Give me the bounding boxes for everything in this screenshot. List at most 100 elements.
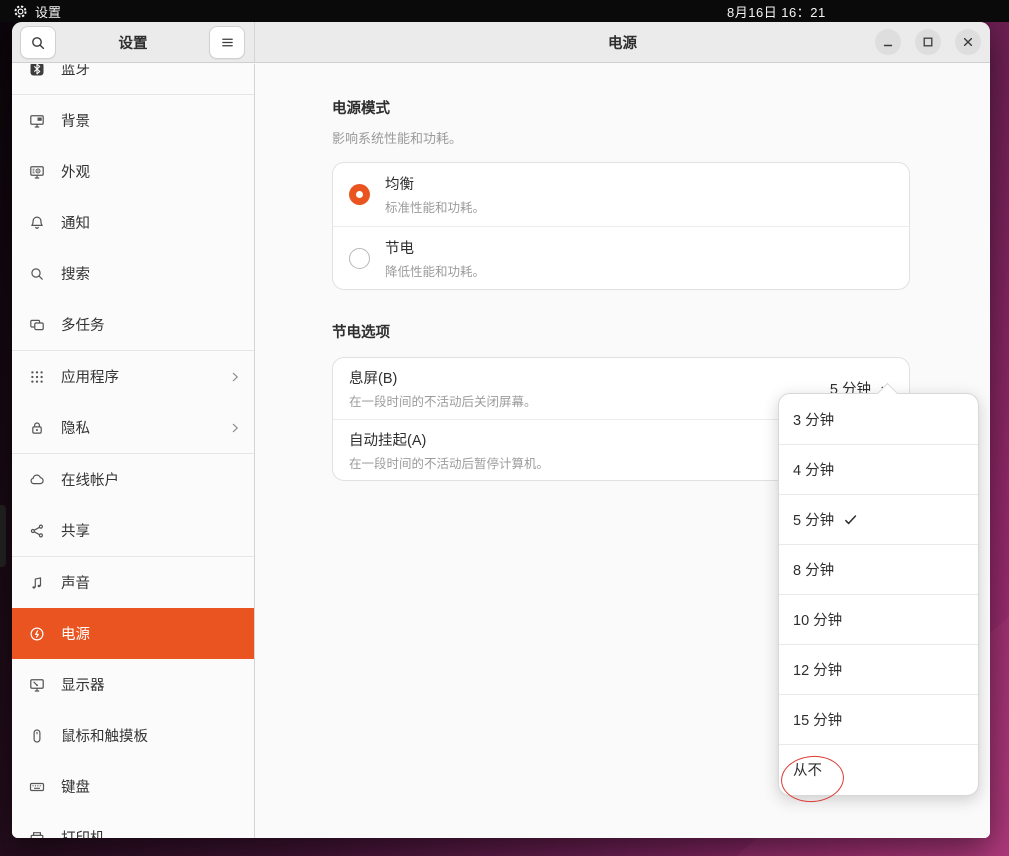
sidebar-item-label: 通知	[61, 212, 242, 233]
sidebar-item-label: 声音	[61, 572, 242, 593]
dock-hide-pill	[0, 505, 6, 567]
sidebar-item-label: 共享	[61, 520, 242, 541]
minimize-icon	[881, 35, 895, 49]
music-note-icon	[29, 575, 45, 591]
sidebar-item-label: 背景	[61, 110, 242, 131]
active-app-indicator[interactable]: 设置	[13, 2, 61, 21]
hamburger-menu-icon	[220, 35, 235, 50]
radio-unselected-icon[interactable]	[349, 248, 370, 269]
dropdown-option-5min[interactable]: 5 分钟	[779, 494, 978, 544]
sidebar-item-power[interactable]: 电源	[12, 608, 254, 659]
sidebar-headerbar: 设置	[12, 22, 255, 62]
sidebar-item-label: 外观	[61, 161, 242, 182]
sidebar-item-mouse-touchpad[interactable]: 鼠标和触摸板	[12, 710, 254, 761]
option-label: 8 分钟	[793, 559, 834, 580]
option-title: 节电	[385, 237, 893, 258]
sidebar-item-privacy[interactable]: 隐私	[12, 402, 254, 453]
dropdown-option-15min[interactable]: 15 分钟	[779, 694, 978, 744]
dropdown-option-12min[interactable]: 12 分钟	[779, 644, 978, 694]
active-app-label: 设置	[35, 2, 61, 21]
system-top-bar: 设置 8月16日 16：21	[0, 0, 1009, 22]
sidebar-item-label: 应用程序	[61, 366, 212, 387]
appearance-icon	[29, 164, 45, 180]
bluetooth-icon	[29, 64, 45, 77]
chevron-right-icon	[228, 421, 242, 435]
sidebar-item-printers[interactable]: 打印机	[12, 812, 254, 838]
option-label: 5 分钟	[793, 509, 834, 530]
sidebar-item-label: 鼠标和触摸板	[61, 725, 242, 746]
lock-icon	[29, 420, 45, 436]
printer-icon	[29, 830, 45, 839]
option-description: 降低性能和功耗。	[385, 261, 893, 280]
sidebar-item-label: 蓝牙	[61, 64, 242, 79]
sidebar-item-label: 多任务	[61, 314, 242, 335]
row-title: 息屏(B)	[349, 367, 815, 388]
dropdown-option-10min[interactable]: 10 分钟	[779, 594, 978, 644]
dropdown-option-3min[interactable]: 3 分钟	[779, 394, 978, 444]
share-icon	[29, 523, 45, 539]
sidebar-item-keyboard[interactable]: 键盘	[12, 761, 254, 812]
minimize-button[interactable]	[875, 29, 901, 55]
option-label: 3 分钟	[793, 409, 834, 430]
maximize-icon	[921, 35, 935, 49]
primary-menu-button[interactable]	[209, 26, 245, 59]
sidebar-title: 设置	[119, 32, 148, 53]
search-icon	[30, 35, 46, 51]
sidebar-item-label: 隐私	[61, 417, 212, 438]
dropdown-option-4min[interactable]: 4 分钟	[779, 444, 978, 494]
mouse-icon	[29, 728, 45, 744]
power-mode-section-subtitle: 影响系统性能和功耗。	[332, 128, 910, 147]
option-label: 15 分钟	[793, 709, 842, 730]
page-title: 电源	[608, 32, 637, 53]
sidebar-item-search[interactable]: 搜索	[12, 248, 254, 299]
option-label: 4 分钟	[793, 459, 834, 480]
content-headerbar: 电源	[255, 22, 990, 62]
sidebar-item-background[interactable]: 背景	[12, 95, 254, 146]
gear-icon	[13, 4, 28, 19]
radio-selected-icon[interactable]	[349, 184, 370, 205]
sidebar: 蓝牙 背景 外观 通知 搜索	[12, 64, 255, 838]
sidebar-item-label: 键盘	[61, 776, 242, 797]
window-controls	[875, 29, 981, 55]
sidebar-item-appearance[interactable]: 外观	[12, 146, 254, 197]
sidebar-item-label: 打印机	[61, 827, 242, 838]
row-description: 在一段时间的不活动后关闭屏幕。	[349, 391, 815, 410]
cloud-icon	[29, 472, 45, 488]
display-icon	[29, 677, 45, 693]
sidebar-item-label: 电源	[61, 623, 242, 644]
option-description: 标准性能和功耗。	[385, 197, 893, 216]
option-label: 10 分钟	[793, 609, 842, 630]
sidebar-item-bluetooth[interactable]: 蓝牙	[12, 64, 254, 94]
power-mode-option-balanced[interactable]: 均衡 标准性能和功耗。	[333, 163, 909, 226]
option-label: 12 分钟	[793, 659, 842, 680]
power-mode-option-saver[interactable]: 节电 降低性能和功耗。	[333, 226, 909, 289]
chevron-right-icon	[228, 370, 242, 384]
dropdown-option-never[interactable]: 从不	[779, 744, 978, 794]
search-button[interactable]	[20, 26, 56, 59]
screen-blank-popover: 3 分钟 4 分钟 5 分钟 8 分钟 10 分钟 12 分钟 15 分钟 从不	[778, 393, 979, 796]
sidebar-item-label: 显示器	[61, 674, 242, 695]
sidebar-item-label: 搜索	[61, 263, 242, 284]
background-icon	[29, 113, 45, 129]
sidebar-item-applications[interactable]: 应用程序	[12, 351, 254, 402]
sidebar-item-multitasking[interactable]: 多任务	[12, 299, 254, 350]
keyboard-icon	[29, 779, 45, 795]
sidebar-item-sharing[interactable]: 共享	[12, 505, 254, 556]
sidebar-item-online-accounts[interactable]: 在线帐户	[12, 454, 254, 505]
option-label: 从不	[793, 759, 822, 780]
settings-window: 设置 电源	[12, 22, 990, 838]
sidebar-item-sound[interactable]: 声音	[12, 557, 254, 608]
sidebar-item-displays[interactable]: 显示器	[12, 659, 254, 710]
apps-grid-icon	[29, 369, 45, 385]
maximize-button[interactable]	[915, 29, 941, 55]
clock[interactable]: 8月16日 16：21	[727, 0, 826, 22]
sidebar-item-label: 在线帐户	[61, 469, 242, 490]
power-icon	[29, 626, 45, 642]
option-title: 均衡	[385, 173, 893, 194]
power-mode-card: 均衡 标准性能和功耗。 节电 降低性能和功耗。	[332, 162, 910, 290]
headerbar: 设置 电源	[12, 22, 990, 63]
sidebar-item-notifications[interactable]: 通知	[12, 197, 254, 248]
search-icon	[29, 266, 45, 282]
close-button[interactable]	[955, 29, 981, 55]
dropdown-option-8min[interactable]: 8 分钟	[779, 544, 978, 594]
